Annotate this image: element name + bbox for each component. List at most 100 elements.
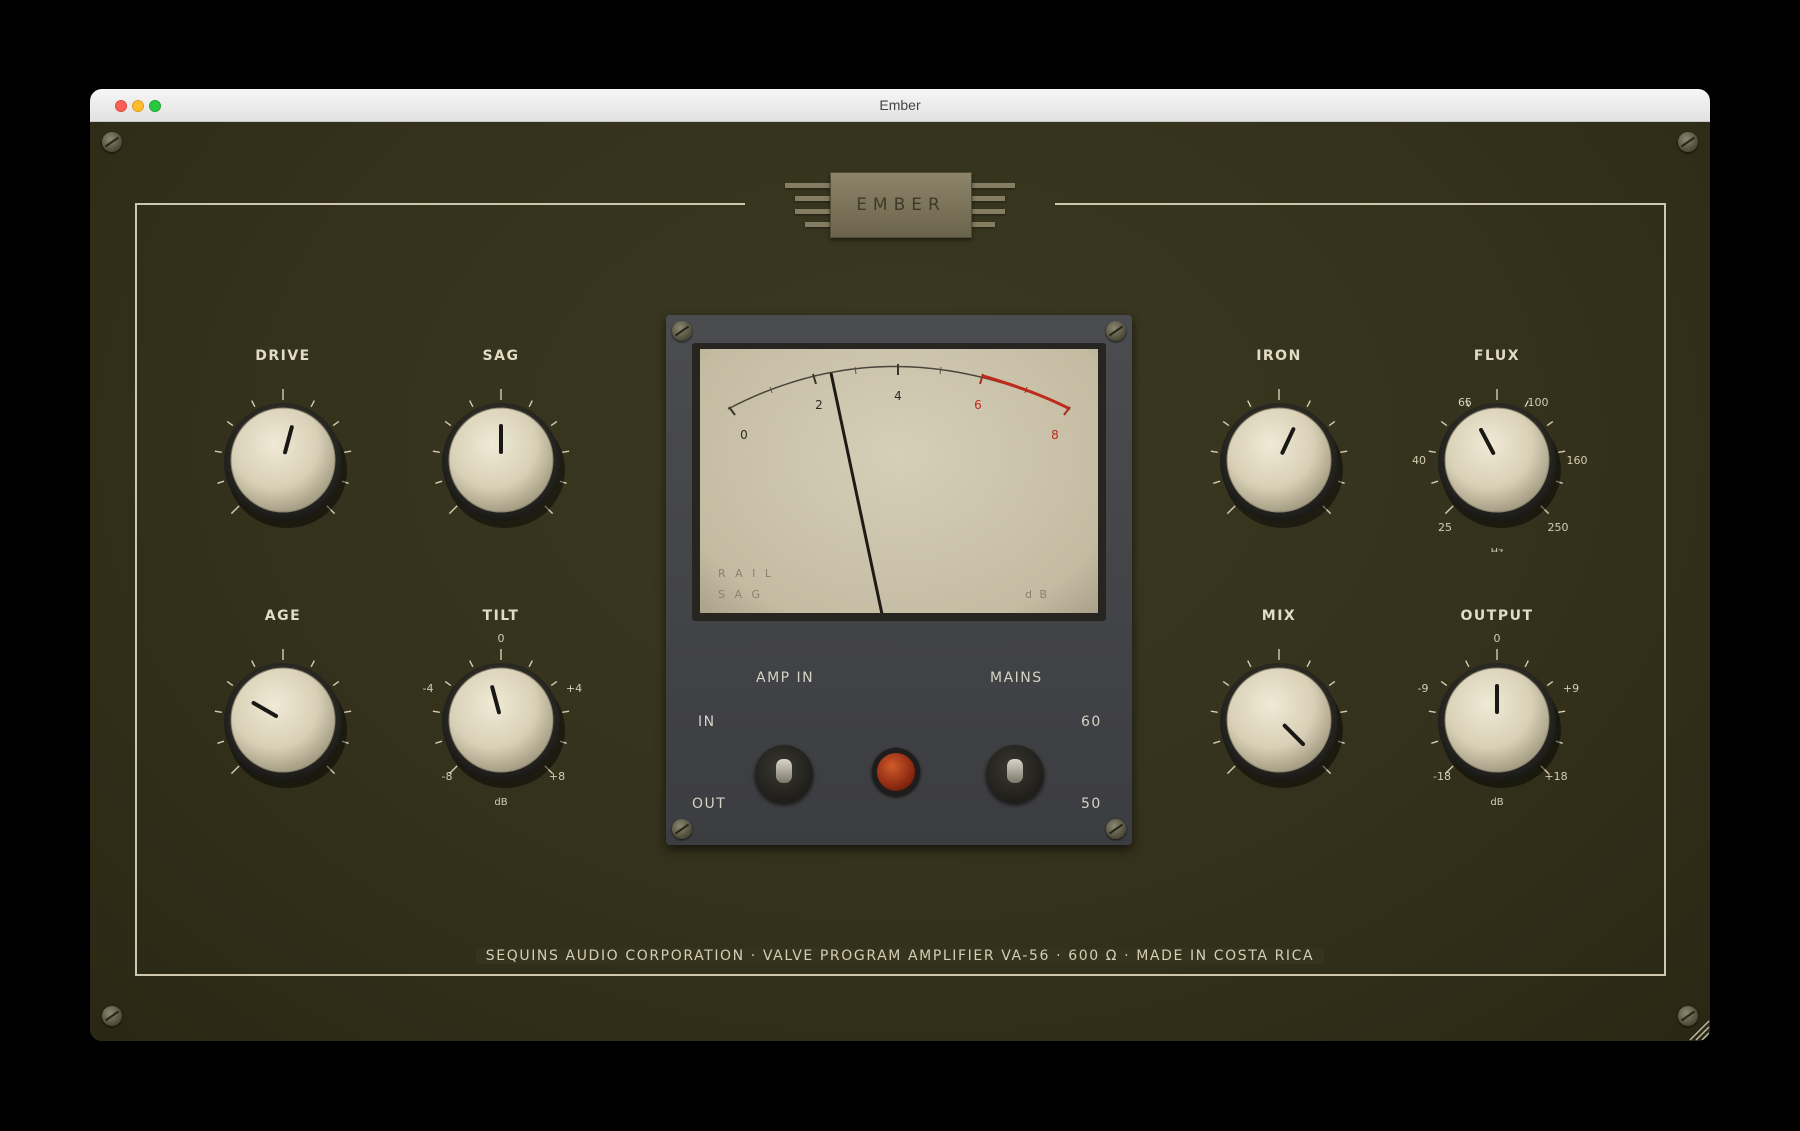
knob-tick bbox=[310, 400, 315, 408]
knob-tick bbox=[1444, 505, 1454, 515]
tilt-scale-bottom-right: +8 bbox=[549, 770, 565, 783]
frame-line-right bbox=[1664, 203, 1666, 976]
knob-tick bbox=[226, 680, 234, 687]
knob-tick bbox=[432, 710, 440, 713]
age-knob-body bbox=[214, 649, 352, 788]
footer-text: SEQUINS AUDIO CORPORATION · VALVE PROGRA… bbox=[475, 948, 1325, 964]
output-scale-right: +9 bbox=[1563, 682, 1579, 695]
brand-plate: EMBER bbox=[830, 172, 972, 238]
flux-scale-160: 160 bbox=[1567, 454, 1588, 467]
screw-icon bbox=[672, 819, 692, 839]
footer-nameplate: SEQUINS AUDIO CORPORATION · VALVE PROGRA… bbox=[90, 948, 1710, 964]
flux-knob-body bbox=[1428, 389, 1566, 528]
flux-scale-25: 25 bbox=[1438, 521, 1452, 534]
knob-tick bbox=[1222, 680, 1230, 687]
in-label: IN bbox=[698, 714, 716, 730]
knob-tick bbox=[1428, 450, 1436, 453]
screw-icon bbox=[672, 321, 692, 341]
hz60-label: 60 bbox=[1081, 714, 1102, 730]
title-bar[interactable]: Ember bbox=[90, 89, 1710, 122]
knob-tick bbox=[1431, 740, 1439, 744]
brand-name: EMBER bbox=[856, 195, 946, 215]
mix-knob[interactable] bbox=[1189, 632, 1369, 812]
knob-tick bbox=[1226, 505, 1236, 515]
drive-knob[interactable] bbox=[193, 372, 373, 552]
knob-tick bbox=[469, 400, 474, 408]
knob-tick bbox=[1340, 710, 1348, 713]
knob-tick bbox=[528, 400, 533, 408]
tilt-knob[interactable]: 0 -4 +4 -8 +8 dB bbox=[411, 632, 591, 812]
output-scale-bottom-left: -18 bbox=[1433, 770, 1451, 783]
knob-tick bbox=[1340, 450, 1348, 453]
knob-tick bbox=[448, 505, 458, 515]
frame-line-bottom bbox=[135, 974, 1666, 976]
knob-tick bbox=[1440, 420, 1448, 427]
flux-label: FLUX bbox=[1473, 348, 1521, 364]
knob-cap bbox=[1444, 667, 1550, 773]
output-scale-unit: dB bbox=[1490, 797, 1503, 808]
knob-tick bbox=[251, 660, 256, 668]
iron-knob[interactable] bbox=[1189, 372, 1369, 552]
knob-tick bbox=[1226, 765, 1236, 775]
knob-tick bbox=[1306, 660, 1311, 668]
iron-label: IRON bbox=[1256, 348, 1302, 364]
tilt-label: TILT bbox=[482, 608, 520, 624]
knob-tick bbox=[1328, 420, 1336, 427]
age-label: AGE bbox=[264, 608, 302, 624]
knob-tick bbox=[1524, 660, 1529, 668]
out-label: OUT bbox=[692, 796, 727, 812]
window-title: Ember bbox=[879, 97, 921, 113]
sag-knob[interactable] bbox=[411, 372, 591, 552]
tilt-scale-top: 0 bbox=[498, 632, 505, 645]
hz50-label: 50 bbox=[1081, 796, 1102, 812]
knob-cap bbox=[1226, 667, 1332, 773]
meter-face: 0 2 4 6 8 R A I L S A G d B bbox=[700, 349, 1098, 634]
app-window: Ember EMBER DRIVE SAG AGE TILT IRON FLUX bbox=[90, 89, 1710, 1041]
screw-icon bbox=[1678, 132, 1698, 152]
flux-scale-250: 250 bbox=[1548, 521, 1569, 534]
flux-scale-65: 65 bbox=[1458, 396, 1472, 409]
knob-tick bbox=[1210, 710, 1218, 713]
output-knob[interactable]: 0 -9 +9 -18 +18 dB bbox=[1407, 632, 1587, 812]
amp-in-label: AMP IN bbox=[756, 670, 815, 686]
knob-tick bbox=[528, 660, 533, 668]
knob-tick bbox=[1213, 480, 1221, 484]
mix-label: MIX bbox=[1261, 608, 1297, 624]
amplifier-panel: EMBER DRIVE SAG AGE TILT IRON FLUX MIX O… bbox=[90, 122, 1710, 1041]
knob-tick bbox=[444, 420, 452, 427]
output-scale-bottom-right: +18 bbox=[1544, 770, 1567, 783]
knob-tick bbox=[226, 420, 234, 427]
meter-scale-6: 6 bbox=[974, 398, 982, 412]
output-scale-top: 0 bbox=[1494, 632, 1501, 645]
output-scale-left: -9 bbox=[1418, 682, 1429, 695]
knob-tick bbox=[1306, 400, 1311, 408]
meter-needle bbox=[829, 372, 888, 634]
knob-tick bbox=[1328, 680, 1336, 687]
mains-toggle[interactable] bbox=[986, 745, 1044, 803]
frame-line-top-left bbox=[135, 203, 745, 205]
screw-icon bbox=[1106, 321, 1126, 341]
age-knob[interactable] bbox=[193, 632, 373, 812]
flux-knob[interactable]: 65 100 40 160 25 250 Hz bbox=[1407, 372, 1587, 552]
amp-in-toggle[interactable] bbox=[755, 745, 813, 803]
knob-tick bbox=[1558, 450, 1566, 453]
knob-tick bbox=[1222, 420, 1230, 427]
meter-tick-minor bbox=[939, 366, 942, 375]
knob-cap bbox=[230, 407, 336, 513]
output-label: OUTPUT bbox=[1460, 608, 1534, 624]
tilt-scale-left: -4 bbox=[423, 682, 434, 695]
knob-tick bbox=[332, 680, 340, 687]
knob-cap bbox=[448, 407, 554, 513]
meter-scale-4: 4 bbox=[894, 389, 902, 403]
meter-caption-sag: S A G bbox=[718, 588, 763, 601]
tilt-knob-body bbox=[432, 649, 570, 788]
knob-tick bbox=[550, 680, 558, 687]
knob-tick bbox=[1428, 710, 1436, 713]
knob-tick bbox=[469, 660, 474, 668]
knob-tick bbox=[214, 450, 222, 453]
knob-tick bbox=[217, 480, 225, 484]
knob-tick bbox=[1247, 400, 1252, 408]
knob-cap bbox=[448, 667, 554, 773]
resize-grip-icon[interactable] bbox=[1684, 1015, 1710, 1041]
power-lamp-icon bbox=[872, 748, 920, 796]
